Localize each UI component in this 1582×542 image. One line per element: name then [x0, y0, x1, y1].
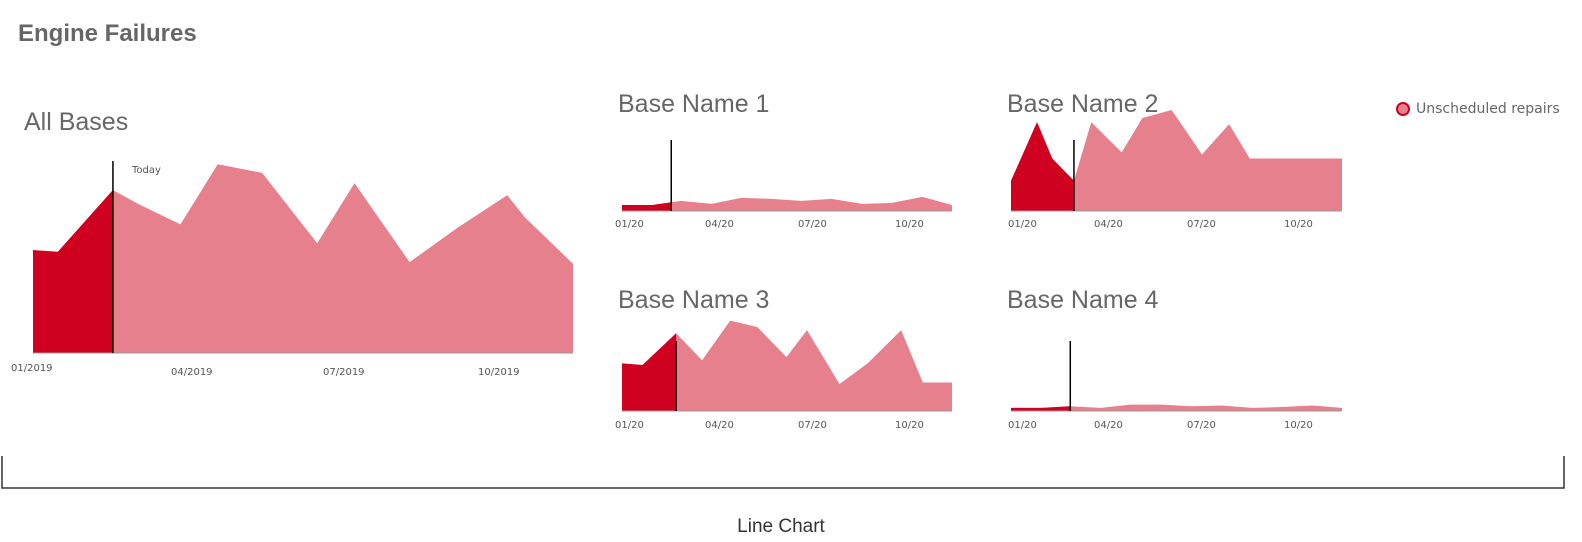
area-actual-0	[33, 190, 113, 353]
bracket-line	[1, 456, 1565, 489]
x-tick-label: 01/20	[1008, 219, 1037, 230]
x-tick-label: 04/20	[1094, 420, 1123, 431]
x-tick-label: 04/20	[1094, 219, 1123, 230]
x-tick-label: 01/20	[615, 420, 644, 431]
x-tick-label: 04/2019	[171, 367, 213, 378]
x-tick-label: 07/20	[1187, 420, 1216, 431]
x-tick-label: 10/2019	[478, 367, 520, 378]
charts-canvas	[1, 110, 1565, 489]
x-tick-label: 01/20	[615, 219, 644, 230]
x-tick-label: 01/20	[1008, 420, 1037, 431]
area-actual-1	[622, 202, 672, 211]
x-tick-label: 07/2019	[323, 367, 365, 378]
x-tick-label: 07/20	[798, 420, 827, 431]
x-tick-label: 10/20	[895, 420, 924, 431]
x-tick-label: 04/20	[705, 420, 734, 431]
x-tick-label: 10/20	[1284, 219, 1313, 230]
chart-caption: Line Chart	[737, 516, 825, 537]
x-tick-label: 07/20	[798, 219, 827, 230]
x-tick-label: 07/20	[1187, 219, 1216, 230]
x-tick-label: 10/20	[1284, 420, 1313, 431]
x-tick-label: 10/20	[895, 219, 924, 230]
area-forecast-0	[33, 164, 573, 353]
area-actual-4	[1011, 406, 1071, 411]
area-actual-2	[1011, 122, 1074, 211]
x-tick-label: 04/20	[705, 219, 734, 230]
area-actual-3	[622, 333, 677, 411]
x-tick-label: 01/2019	[11, 363, 53, 374]
